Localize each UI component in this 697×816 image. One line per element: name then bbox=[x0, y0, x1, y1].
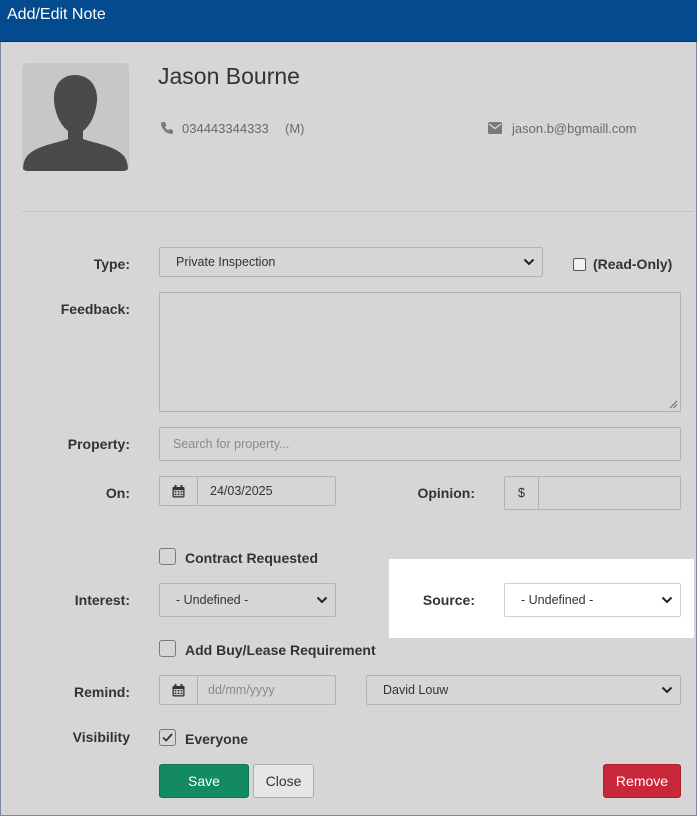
visibility-everyone-checkbox[interactable] bbox=[159, 729, 176, 746]
on-calendar-button[interactable] bbox=[160, 477, 198, 505]
calendar-icon bbox=[172, 683, 185, 696]
contract-requested-checkbox[interactable] bbox=[159, 548, 176, 565]
feedback-textarea[interactable] bbox=[159, 292, 681, 412]
property-placeholder: Search for property... bbox=[173, 437, 290, 451]
avatar bbox=[22, 63, 129, 171]
type-select[interactable]: Private Inspection bbox=[159, 247, 543, 277]
user-silhouette-icon bbox=[23, 75, 128, 171]
phone-icon bbox=[161, 122, 173, 134]
chevron-down-icon bbox=[661, 686, 673, 694]
remind-agent-select[interactable]: David Louw bbox=[366, 675, 681, 705]
visibility-label: Visibility bbox=[72, 729, 130, 745]
calendar-icon bbox=[172, 484, 185, 497]
visibility-everyone-label: Everyone bbox=[185, 731, 249, 747]
opinion-label: Opinion: bbox=[417, 485, 475, 501]
feedback-label: Feedback: bbox=[60, 301, 130, 317]
read-only-label: (Read-Only) bbox=[593, 256, 673, 272]
on-date-field[interactable]: 24/03/2025 bbox=[159, 476, 336, 506]
interest-select[interactable]: - Undefined - bbox=[159, 583, 336, 617]
checkmark-icon bbox=[162, 733, 173, 742]
resize-handle-icon[interactable] bbox=[669, 400, 678, 409]
remind-date-field[interactable]: dd/mm/yyyy bbox=[159, 675, 336, 705]
currency-addon: $ bbox=[505, 477, 539, 509]
buy-lease-checkbox[interactable] bbox=[159, 640, 176, 657]
contact-phone[interactable]: 034443344333 bbox=[182, 121, 269, 136]
dialog-titlebar: Add/Edit Note bbox=[0, 0, 697, 42]
chevron-down-icon bbox=[661, 596, 673, 604]
contract-requested-label: Contract Requested bbox=[185, 550, 319, 566]
chevron-down-icon bbox=[316, 596, 328, 604]
property-label: Property: bbox=[67, 436, 130, 452]
currency-symbol: $ bbox=[518, 486, 525, 500]
dialog-title: Add/Edit Note bbox=[7, 6, 106, 23]
envelope-icon bbox=[488, 122, 502, 134]
on-date-value: 24/03/2025 bbox=[210, 484, 273, 498]
interest-label: Interest: bbox=[74, 592, 130, 608]
source-select[interactable]: - Undefined - bbox=[504, 583, 681, 617]
remind-date-placeholder: dd/mm/yyyy bbox=[208, 683, 275, 697]
interest-select-value: - Undefined - bbox=[176, 593, 249, 607]
remind-label: Remind: bbox=[74, 684, 130, 700]
buy-lease-label: Add Buy/Lease Requirement bbox=[185, 642, 376, 658]
source-select-value: - Undefined - bbox=[521, 593, 594, 607]
contact-phone-type: (M) bbox=[285, 121, 305, 136]
type-label: Type: bbox=[93, 256, 130, 272]
remind-calendar-button[interactable] bbox=[160, 676, 198, 704]
type-select-value: Private Inspection bbox=[176, 255, 276, 269]
save-button[interactable]: Save bbox=[159, 764, 249, 798]
close-button[interactable]: Close bbox=[253, 764, 314, 798]
contact-name: Jason Bourne bbox=[158, 63, 300, 89]
read-only-checkbox[interactable] bbox=[573, 258, 586, 271]
source-label: Source: bbox=[422, 592, 475, 608]
on-label: On: bbox=[105, 485, 130, 501]
remove-button[interactable]: Remove bbox=[603, 764, 681, 798]
contact-email[interactable]: jason.b@bgmaill.com bbox=[512, 121, 636, 136]
remind-agent-value: David Louw bbox=[383, 683, 449, 697]
chevron-down-icon bbox=[523, 258, 535, 266]
header-divider bbox=[22, 211, 694, 212]
property-search-input[interactable]: Search for property... bbox=[159, 427, 681, 461]
opinion-input[interactable]: $ bbox=[504, 476, 681, 510]
